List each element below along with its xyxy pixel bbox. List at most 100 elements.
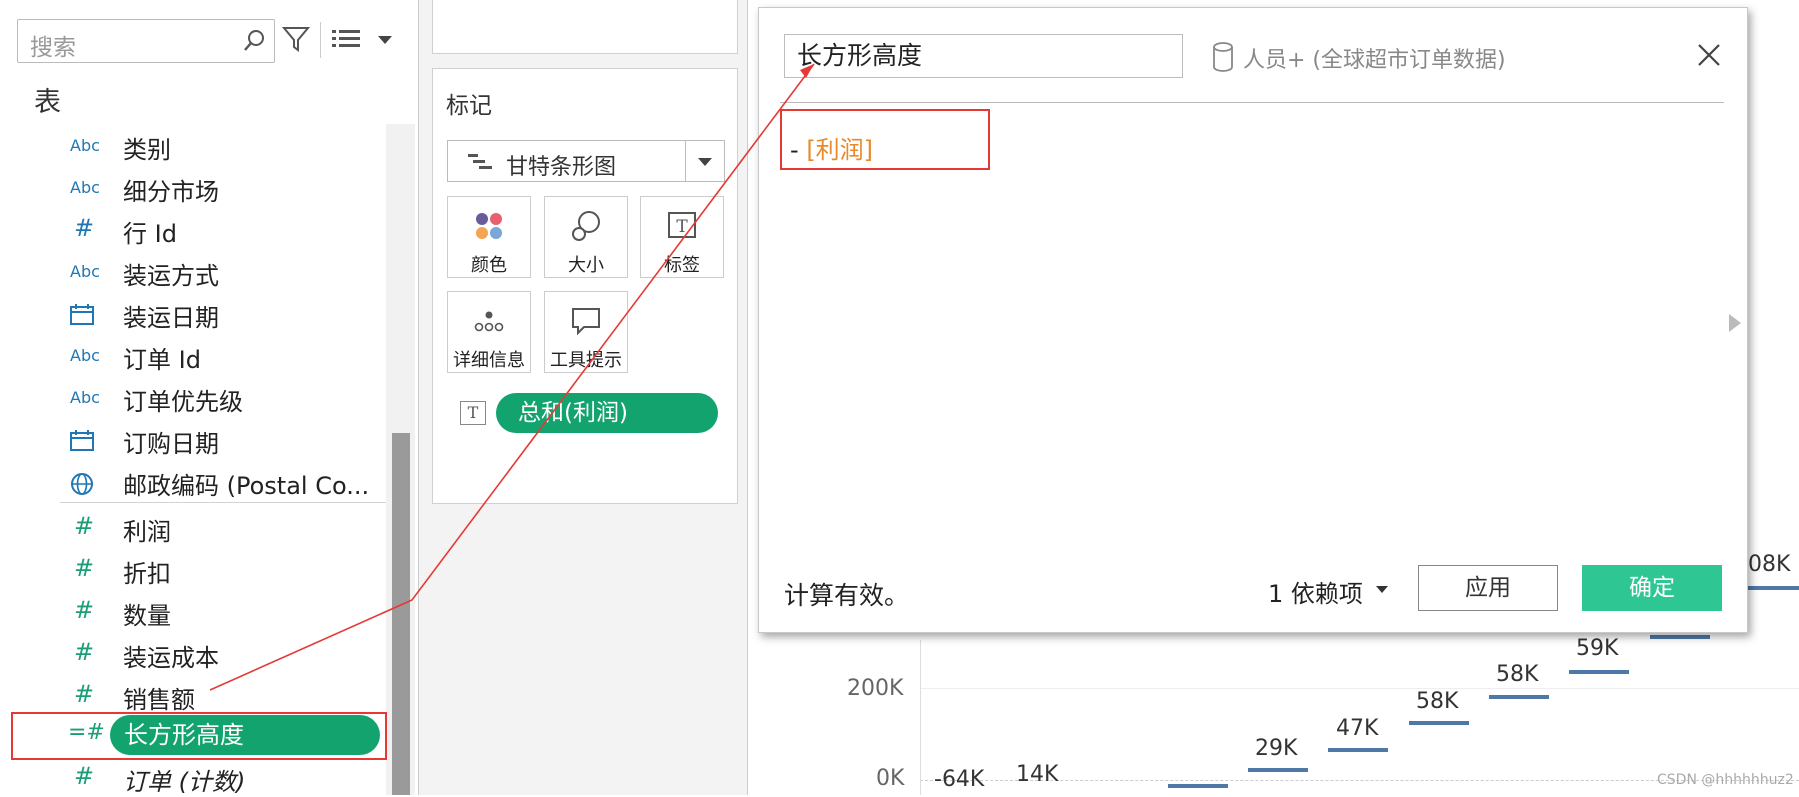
data-label: 58K [1416,689,1459,714]
data-label: 29K [1255,736,1298,761]
field-name: 邮政编码 (Postal Co... [123,472,370,500]
text-label-icon: T [460,401,486,425]
tooltip-button[interactable]: 工具提示 [544,291,628,373]
size-label: 大小 [568,255,604,276]
gantt-bar[interactable] [1409,721,1469,725]
axis-tick-label: 0K [876,766,905,791]
gantt-bar[interactable] [1168,784,1228,788]
field-item-order-date[interactable]: 订购日期 [60,422,380,458]
field-name: 装运方式 [123,262,219,290]
dimension-measure-divider [60,502,386,503]
axis-line [920,640,921,795]
tooltip-icon [545,304,627,338]
dependencies-button[interactable]: 1 依赖项 [1268,574,1363,609]
chevron-down-icon[interactable] [685,141,724,181]
number-type-icon: # [74,596,95,624]
field-name: 细分市场 [123,178,219,206]
gantt-bar[interactable] [1489,695,1549,699]
number-type-icon: # [74,638,95,666]
marks-card [432,68,738,504]
svg-text:T: T [676,217,688,237]
mark-type-select[interactable]: 甘特条形图 [447,140,725,182]
gantt-bar[interactable] [1650,635,1710,639]
field-name: 订购日期 [123,430,219,458]
field-name: 类别 [123,136,171,164]
field-item-row-id[interactable]: # 行 Id [60,212,380,248]
pages-card[interactable] [432,0,738,54]
size-icon [545,209,627,243]
database-icon [1212,42,1234,76]
field-item-sales[interactable]: # 销售额 [60,678,380,714]
field-item-ship-date[interactable]: 装运日期 [60,296,380,332]
field-name: 销售额 [123,686,195,714]
field-name: 订单 Id [123,346,201,374]
field-name: 订单优先级 [123,388,243,416]
text-label-icon: T [641,209,723,243]
string-type-icon: Abc [70,262,100,281]
dialog-divider [780,102,1724,103]
field-name: 数量 [123,602,171,630]
field-name: 行 Id [123,220,177,248]
calendar-icon [70,304,106,326]
watermark: CSDN @hhhhhhuz2 [1657,772,1794,788]
size-button[interactable]: 大小 [544,196,628,278]
gantt-bar[interactable] [1569,670,1629,674]
field-name: 装运成本 [123,644,219,672]
color-label: 颜色 [471,255,507,276]
close-icon[interactable] [1696,42,1722,72]
data-label: 14K [1016,762,1059,787]
calendar-icon [70,430,106,452]
filter-icon[interactable] [281,24,311,58]
label-button[interactable]: T 标签 [640,196,724,278]
gridline [920,688,1799,689]
datasource-label: 人员+ (全球超市订单数据) [1243,48,1506,73]
globe-icon [70,472,106,495]
field-item-order-id[interactable]: Abc 订单 Id [60,338,380,374]
mark-type-label: 甘特条形图 [506,155,617,180]
annotation-highlight-box [780,109,990,170]
scrollbar-thumb[interactable] [392,433,410,795]
number-type-icon: # [74,554,95,582]
field-item-ship-mode[interactable]: Abc 装运方式 [60,254,380,290]
chevron-down-icon[interactable] [378,36,392,44]
apply-button[interactable]: 应用 [1418,565,1558,611]
calculation-name-input[interactable]: 长方形高度 [784,34,1183,78]
field-item-order-count[interactable]: # 订单 (计数) [60,760,380,796]
field-item-postal-code[interactable]: 邮政编码 (Postal Co... [60,464,380,500]
gantt-bar[interactable] [1248,768,1308,772]
field-name: 利润 [123,518,171,546]
toolbar-divider [320,22,321,58]
data-label: 58K [1496,662,1539,687]
data-label: -64K [934,767,985,792]
search-icon[interactable] [242,28,266,58]
number-type-icon: # [74,214,95,242]
field-item-shipping-cost[interactable]: # 装运成本 [60,636,380,672]
gantt-bar[interactable] [1740,586,1799,590]
search-input[interactable]: 搜索 [17,19,275,63]
field-item-profit[interactable]: # 利润 [60,510,380,546]
chevron-down-icon[interactable] [1376,586,1388,593]
field-item-category[interactable]: Abc 类别 [60,128,380,164]
field-item-quantity[interactable]: # 数量 [60,594,380,630]
color-button[interactable]: 颜色 [447,196,531,278]
data-label: 59K [1576,636,1619,661]
label-shelf-pill[interactable]: 总和(利润) [496,393,718,433]
expand-panel-icon[interactable] [1729,314,1741,332]
data-label: 08K [1748,552,1791,577]
gantt-bar-icon [468,153,494,175]
field-item-segment[interactable]: Abc 细分市场 [60,170,380,206]
calculation-status: 计算有效。 [784,581,910,610]
gantt-bar[interactable] [1328,748,1388,752]
detail-button[interactable]: 详细信息 [447,291,531,373]
string-type-icon: Abc [70,136,100,155]
field-item-order-priority[interactable]: Abc 订单优先级 [60,380,380,416]
detail-dots-icon [448,304,530,338]
field-item-discount[interactable]: # 折扣 [60,552,380,588]
axis-tick-label: 200K [847,676,904,701]
search-placeholder: 搜索 [30,35,76,61]
list-view-icon[interactable] [332,28,362,54]
label-label: 标签 [664,255,700,276]
tooltip-label: 工具提示 [550,350,622,371]
ok-button[interactable]: 确定 [1582,565,1722,611]
number-type-icon: # [74,512,95,540]
